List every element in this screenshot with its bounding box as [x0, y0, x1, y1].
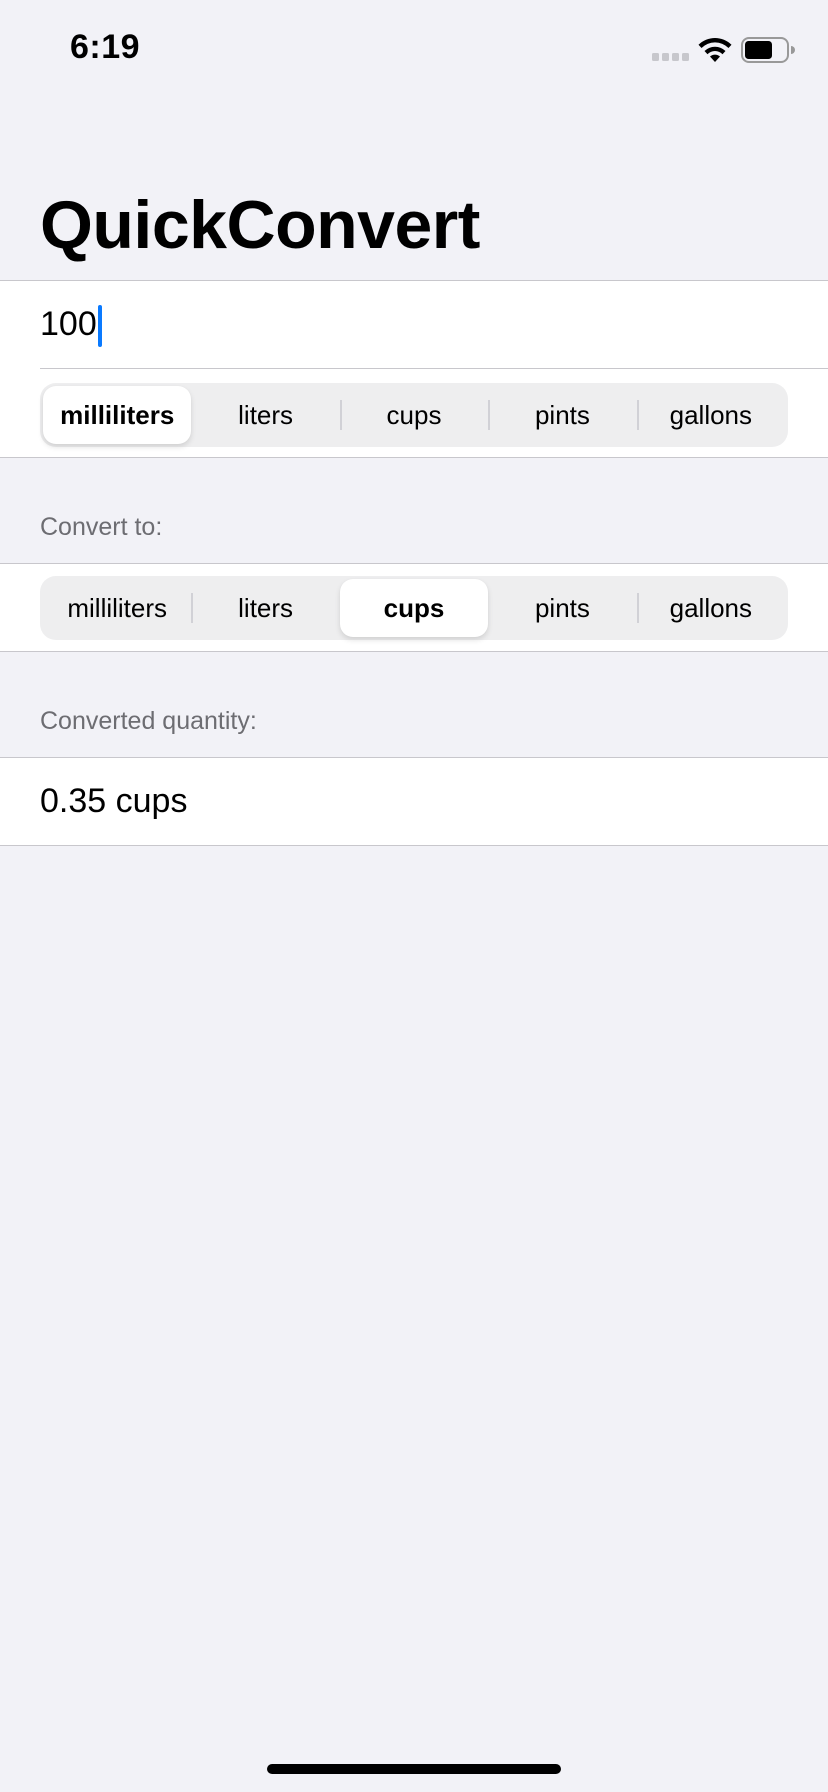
from-segment-pints[interactable]: pints — [488, 386, 636, 444]
amount-value[interactable]: 100 — [40, 304, 97, 344]
target-unit-section: milliliters liters cups pints gallons — [0, 563, 828, 652]
input-section: 100 milliliters liters cups pints gallon… — [0, 280, 828, 458]
battery-icon — [741, 37, 795, 63]
from-segment-gallons[interactable]: gallons — [636, 386, 785, 444]
to-segment-pints[interactable]: pints — [488, 579, 636, 637]
status-bar: 6:19 — [0, 0, 828, 100]
result-section: 0.35 cups — [0, 757, 828, 846]
from-segment-milliliters[interactable]: milliliters — [43, 386, 192, 444]
convert-to-header: Convert to: — [40, 513, 163, 541]
page-title: QuickConvert — [40, 187, 480, 263]
from-unit-picker: milliliters liters cups pints gallons — [40, 383, 788, 447]
from-segment-cups[interactable]: cups — [339, 386, 488, 444]
converted-quantity-header: Converted quantity: — [40, 707, 257, 735]
to-segment-gallons[interactable]: gallons — [636, 579, 785, 637]
home-indicator[interactable] — [267, 1764, 561, 1774]
wifi-icon — [698, 38, 732, 62]
signal-icon — [652, 53, 689, 61]
to-segment-cups[interactable]: cups — [339, 579, 489, 637]
to-segment-milliliters[interactable]: milliliters — [43, 579, 191, 637]
from-segment-liters[interactable]: liters — [191, 386, 339, 444]
to-segment-liters[interactable]: liters — [191, 579, 339, 637]
to-unit-picker: milliliters liters cups pints gallons — [40, 576, 788, 640]
text-caret — [98, 305, 102, 347]
amount-field[interactable]: 100 — [40, 281, 828, 369]
status-time: 6:19 — [70, 28, 141, 66]
converted-quantity-value: 0.35 cups — [40, 782, 188, 820]
